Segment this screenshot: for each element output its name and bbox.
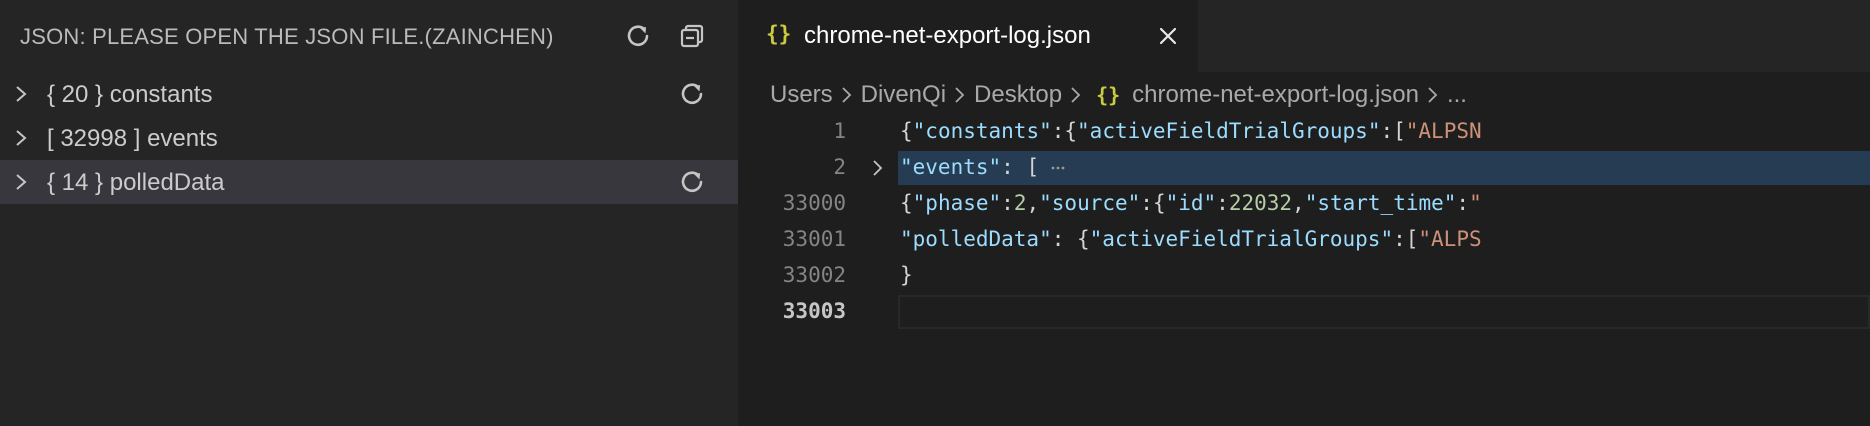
- line-number: 33000: [782, 191, 846, 215]
- breadcrumb-item-file[interactable]: chrome-net-export-log.json: [1132, 81, 1419, 109]
- chevron-right-icon: [1428, 87, 1438, 103]
- tree-item-polleddata[interactable]: { 14 } polledData: [0, 160, 738, 204]
- tab-chrome-net-export-log[interactable]: {} chrome-net-export-log.json: [738, 0, 1198, 72]
- tree-item-label: { 20 } constants: [47, 81, 213, 108]
- refresh-node-button[interactable]: [678, 80, 706, 108]
- chevron-right-icon[interactable]: [10, 171, 32, 193]
- panel-header: JSON: PLEASE OPEN THE JSON FILE.(ZAINCHE…: [0, 0, 738, 72]
- folded-ellipsis-icon[interactable]: [1045, 159, 1071, 177]
- collapse-all-icon: [680, 24, 704, 48]
- breadcrumb-item-users[interactable]: Users: [770, 81, 833, 109]
- chevron-right-icon: [1071, 87, 1081, 103]
- code-line-current[interactable]: 33003: [738, 294, 1870, 330]
- line-number: 33003: [782, 299, 846, 323]
- line-content: }: [900, 263, 913, 287]
- panel-title: JSON: PLEASE OPEN THE JSON FILE.(ZAINCHE…: [20, 24, 554, 49]
- line-number: 33002: [782, 263, 846, 287]
- breadcrumb-item-divenqi[interactable]: DivenQi: [861, 81, 946, 109]
- refresh-button[interactable]: [622, 20, 654, 52]
- tree-item-label: { 14 } polledData: [47, 169, 225, 196]
- json-file-icon: {}: [766, 22, 792, 46]
- breadcrumb-more[interactable]: ...: [1447, 81, 1467, 109]
- line-number: 1: [833, 119, 846, 143]
- json-file-icon: {}: [1096, 83, 1121, 107]
- code-line[interactable]: 1 {"constants":{"activeFieldTrialGroups"…: [738, 114, 1870, 150]
- tree-item-constants[interactable]: { 20 } constants: [0, 72, 738, 116]
- refresh-icon: [681, 83, 703, 104]
- line-content: {"constants":{"activeFieldTrialGroups":[…: [900, 119, 1482, 143]
- fold-chevron-icon[interactable]: [868, 158, 888, 178]
- line-content: {"phase":2,"source":{"id":22032,"start_t…: [900, 191, 1482, 215]
- chevron-right-icon: [842, 87, 851, 103]
- json-tree-panel: JSON: PLEASE OPEN THE JSON FILE.(ZAINCHE…: [0, 0, 738, 426]
- current-line-highlight: [898, 295, 1870, 329]
- code-line[interactable]: 33002 }: [738, 258, 1870, 294]
- refresh-node-button[interactable]: [678, 168, 706, 196]
- code-line[interactable]: 33001 "polledData": {"activeFieldTrialGr…: [738, 222, 1870, 258]
- chevron-right-icon[interactable]: [10, 83, 32, 105]
- tab-bar: {} chrome-net-export-log.json: [738, 0, 1870, 72]
- line-number: 33001: [782, 227, 846, 251]
- tab-title: chrome-net-export-log.json: [804, 22, 1091, 49]
- tree-item-label: [ 32998 ] events: [47, 125, 218, 152]
- code-line[interactable]: 33000 {"phase":2,"source":{"id":22032,"s…: [738, 186, 1870, 222]
- close-icon[interactable]: [1156, 24, 1180, 48]
- refresh-icon: [681, 171, 703, 192]
- refresh-icon: [627, 25, 649, 46]
- line-number: 2: [833, 155, 846, 179]
- chevron-right-icon[interactable]: [10, 127, 32, 149]
- line-content: "events": [: [900, 155, 1071, 179]
- line-content: "polledData": {"activeFieldTrialGroups":…: [900, 227, 1482, 251]
- breadcrumb: Users DivenQi Desktop {} chrome-net-expo…: [770, 80, 1467, 110]
- tree-item-events[interactable]: [ 32998 ] events: [0, 116, 738, 160]
- breadcrumb-item-desktop[interactable]: Desktop: [974, 81, 1062, 109]
- chevron-right-icon: [955, 87, 965, 103]
- code-line-folded[interactable]: 2 "events": [: [738, 150, 1870, 186]
- collapse-all-button[interactable]: [676, 20, 708, 52]
- editor: {} chrome-net-export-log.json Users Dive…: [738, 0, 1870, 426]
